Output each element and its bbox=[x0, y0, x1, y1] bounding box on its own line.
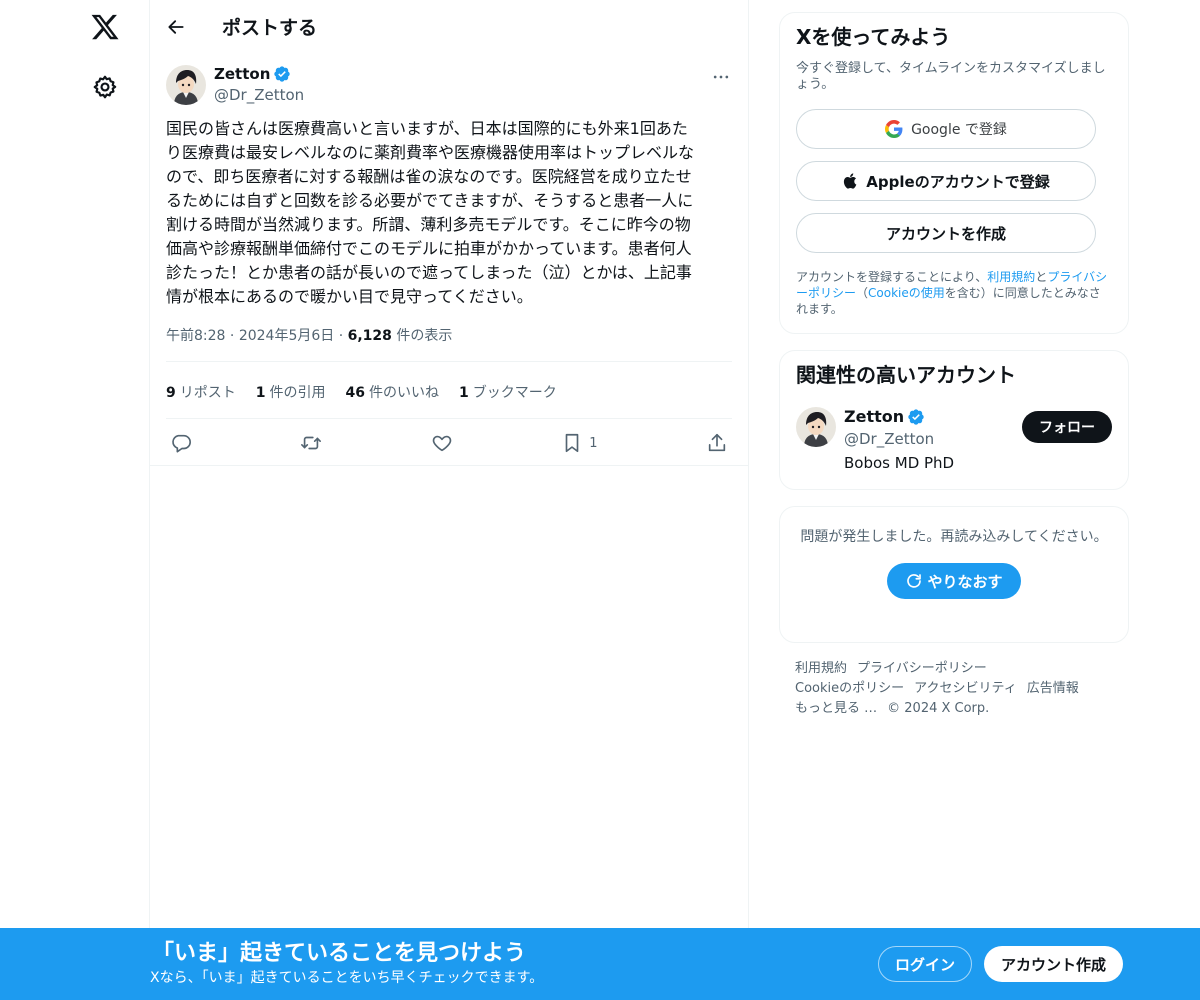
related-title: 関連性の高いアカウント bbox=[796, 363, 1016, 387]
post-detail: Zetton @Dr_Zetton 国民の皆さんは医療費高いと言いますが、日本は… bbox=[150, 53, 748, 467]
apple-signup-label: Appleのアカウントで登録 bbox=[866, 172, 1050, 191]
footer-ads-link[interactable]: 広告情報 bbox=[1027, 681, 1079, 696]
footer-accessibility-link[interactable]: アクセシビリティ bbox=[914, 681, 1017, 696]
signup-button[interactable]: アカウント作成 bbox=[984, 946, 1123, 982]
related-account-info: Zetton @Dr_Zetton Bobos MD PhD bbox=[844, 407, 954, 473]
retry-label: やりなおす bbox=[927, 572, 1003, 591]
top-bar: ポストする bbox=[150, 0, 748, 53]
stat-likes[interactable]: 46 件のいいね bbox=[346, 382, 439, 402]
post-stats: 9 リポスト 1 件の引用 46 件のいいね 1 ブックマーク bbox=[166, 366, 732, 418]
main-column: ポストする Zetton @Dr_Zetton 国民の皆さんは医療費高いと言いま… bbox=[149, 0, 749, 1000]
footer-more-link[interactable]: もっと見る … bbox=[795, 701, 877, 716]
related-account-row[interactable]: Zetton @Dr_Zetton Bobos MD PhD フォロー bbox=[796, 407, 1112, 475]
avatar[interactable] bbox=[796, 407, 836, 447]
divider bbox=[166, 361, 732, 362]
share-icon bbox=[708, 433, 726, 452]
create-account-label: アカウントを作成 bbox=[885, 224, 1006, 243]
post-author-row: Zetton @Dr_Zetton bbox=[166, 53, 732, 109]
right-sidebar: Xを使ってみよう 今すぐ登録して、タイムラインをカスタマイズしましょう。 Goo… bbox=[779, 12, 1129, 719]
avatar[interactable] bbox=[166, 65, 206, 105]
post-date[interactable]: 2024年5月6日 bbox=[239, 328, 334, 344]
arrow-left-icon[interactable] bbox=[166, 17, 186, 37]
footer-cookie-link[interactable]: Cookieのポリシー bbox=[795, 681, 904, 696]
retry-button[interactable]: やりなおす bbox=[887, 563, 1021, 599]
signup-title: Xを使ってみよう bbox=[796, 25, 951, 49]
x-logo-icon[interactable] bbox=[90, 12, 120, 42]
login-button[interactable]: ログイン bbox=[878, 946, 972, 982]
signup-card: Xを使ってみよう 今すぐ登録して、タイムラインをカスタマイズしましょう。 Goo… bbox=[779, 12, 1129, 334]
meta-separator: · bbox=[338, 328, 348, 344]
post-meta: 午前8:28 · 2024年5月6日 · 6,128 件の表示 bbox=[166, 325, 732, 347]
repost-icon bbox=[301, 436, 322, 450]
bookmark-button[interactable]: 1 bbox=[561, 432, 598, 454]
more-dots-icon[interactable] bbox=[710, 67, 732, 87]
verified-badge-icon bbox=[274, 66, 291, 82]
reply-icon bbox=[172, 434, 191, 453]
share-button[interactable] bbox=[706, 432, 728, 454]
views-count: 6,128 bbox=[347, 328, 392, 344]
repost-button[interactable] bbox=[300, 432, 322, 454]
bookmark-icon bbox=[565, 433, 579, 453]
error-message: 問題が発生しました。再読み込みしてください。 bbox=[800, 529, 1108, 545]
like-button[interactable] bbox=[431, 432, 453, 454]
footer-links: 利用規約 プライバシーポリシー Cookieのポリシー アクセシビリティ 広告情報 も… bbox=[779, 659, 1129, 719]
related-name[interactable]: Zetton bbox=[844, 407, 904, 427]
page-title: ポストする bbox=[222, 17, 318, 39]
copyright: © 2024 X Corp. bbox=[887, 701, 990, 716]
google-signup-button[interactable]: Google で登録 bbox=[796, 109, 1096, 149]
post-text: 国民の皆さんは医療費高いと言いますが、日本は国際的にも外来1回あた り医療費は最… bbox=[166, 119, 695, 306]
post-time[interactable]: 午前8:28 bbox=[166, 328, 225, 344]
related-name-row[interactable]: Zetton bbox=[844, 407, 954, 427]
verified-badge-icon bbox=[908, 409, 924, 425]
stat-quotes[interactable]: 1 件の引用 bbox=[256, 382, 326, 402]
related-accounts-card: 関連性の高いアカウント Zetton @Dr_Zetton Bobos MD P… bbox=[779, 350, 1129, 490]
author-name-row[interactable]: Zetton bbox=[214, 65, 304, 83]
refresh-icon bbox=[907, 574, 922, 588]
terms-link[interactable]: 利用規約 bbox=[987, 270, 1035, 284]
footer-privacy-link[interactable]: プライバシーポリシー bbox=[857, 661, 987, 676]
bookmark-count: 1 bbox=[589, 435, 598, 451]
gear-icon[interactable] bbox=[92, 74, 118, 100]
stat-reposts[interactable]: 9 リポスト bbox=[166, 382, 236, 402]
author-name[interactable]: Zetton bbox=[214, 65, 270, 83]
apple-icon bbox=[844, 173, 857, 189]
divider bbox=[150, 465, 748, 466]
views-label: 件の表示 bbox=[396, 328, 453, 344]
google-icon bbox=[885, 120, 903, 138]
related-bio: Bobos MD PhD bbox=[844, 454, 955, 472]
author-handle[interactable]: @Dr_Zetton bbox=[214, 85, 304, 105]
error-card: 問題が発生しました。再読み込みしてください。 やりなおす bbox=[779, 506, 1129, 643]
heart-icon bbox=[432, 435, 452, 452]
legal-text: アカウントを登録することにより、利用規約とプライバシーポリシー（Cookieの使… bbox=[796, 270, 1108, 316]
follow-button[interactable]: フォロー bbox=[1022, 411, 1112, 443]
signup-subtitle: 今すぐ登録して、タイムラインをカスタマイズしましょう。 bbox=[796, 61, 1106, 92]
meta-separator: · bbox=[229, 328, 239, 344]
post-actions: 1 bbox=[166, 419, 732, 467]
google-signup-label: Google で登録 bbox=[911, 122, 1007, 138]
cookie-link[interactable]: Cookieの使用 bbox=[868, 286, 945, 300]
banner-title: 「いま」起きていることを見つけよう bbox=[152, 941, 527, 966]
related-handle[interactable]: @Dr_Zetton bbox=[844, 429, 954, 449]
footer-terms-link[interactable]: 利用規約 bbox=[795, 661, 847, 676]
bottom-banner: 「いま」起きていることを見つけよう Xなら、「いま」起きていることをいち早くチェ… bbox=[0, 928, 1200, 1000]
left-nav bbox=[0, 0, 150, 1000]
stat-bookmarks[interactable]: 1 ブックマーク bbox=[459, 382, 557, 402]
apple-signup-button[interactable]: Appleのアカウントで登録 bbox=[796, 161, 1096, 201]
post-author-info: Zetton @Dr_Zetton bbox=[214, 65, 304, 105]
reply-button[interactable] bbox=[170, 432, 192, 454]
create-account-button[interactable]: アカウントを作成 bbox=[796, 213, 1096, 253]
banner-subtitle: Xなら、「いま」起きていることをいち早くチェックできます。 bbox=[150, 970, 544, 986]
